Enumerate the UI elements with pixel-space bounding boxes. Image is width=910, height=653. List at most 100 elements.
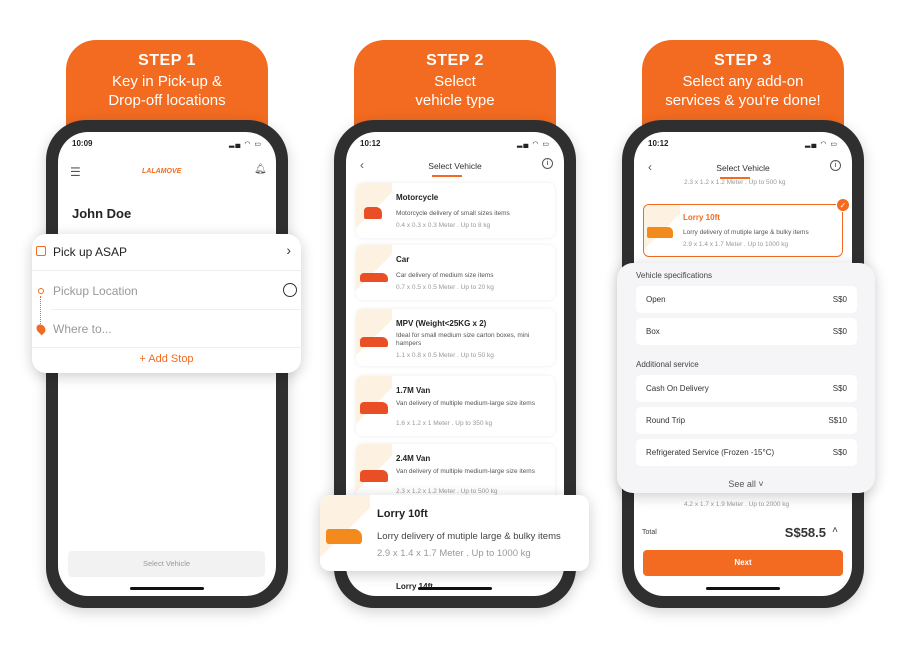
vehicle-dims: 1.1 x 0.8 x 0.5 Meter . Up to 50 kg [396, 352, 494, 359]
home-indicator [130, 587, 204, 590]
vehicle-desc: Lorry delivery of mutiple large & bulky … [683, 229, 809, 236]
pickup-time[interactable]: Pick up ASAP [53, 245, 127, 259]
row-price: S$10 [828, 416, 847, 425]
row-price: S$0 [832, 448, 847, 457]
home-indicator [706, 587, 780, 590]
step-title: STEP 1 [138, 52, 196, 69]
pickup-location-input[interactable]: Pickup Location [53, 284, 138, 298]
step-subtitle: services & you're done! [665, 92, 821, 109]
vehicle-dims: 2.3 x 1.2 x 1.2 Meter . Up to 500 kg [684, 179, 786, 186]
status-time: 10:09 [72, 139, 93, 148]
status-icons: ▂▄ ◠ ▭ [805, 141, 838, 148]
vehicle-card-mpv[interactable]: MPV (Weight<25KG x 2) Ideal for small me… [356, 309, 555, 366]
bell-icon[interactable]: 🔔︎ [254, 164, 267, 175]
route-line [40, 296, 41, 324]
vehicle-name: Motorcycle [396, 193, 439, 202]
locate-icon[interactable] [283, 283, 297, 297]
progress-underline [432, 175, 462, 177]
vehicle-desc: Van delivery of multiple medium-large si… [396, 468, 535, 475]
page-title: Select Vehicle [428, 161, 482, 171]
service-row-cash-on-delivery[interactable]: Cash On Delivery S$0 [636, 375, 857, 402]
clock-icon [36, 246, 46, 256]
dropoff-pin-icon [34, 322, 48, 336]
row-price: S$0 [832, 384, 847, 393]
step-2-banner: STEP 2 Select vehicle type [354, 40, 556, 130]
add-on-services-panel: Vehicle specifications Open S$0 Box S$0 Ad… [617, 263, 875, 493]
check-icon: ✓ [836, 198, 850, 212]
vehicle-card-car[interactable]: Car Car delivery of medium size items 0.… [356, 245, 555, 300]
location-card: Pick up ASAP › Pickup Location Where to.… [32, 234, 301, 373]
vehicle-dims: 1.6 x 1.2 x 1 Meter . Up to 350 kg [396, 420, 493, 427]
pickup-dot-icon [38, 288, 44, 294]
section-heading: Additional service [636, 360, 699, 369]
row-label: Open [646, 295, 666, 304]
select-vehicle-button[interactable]: Select Vehicle [68, 551, 265, 577]
vehicle-dims: 0.7 x 0.5 x 0.5 Meter . Up to 20 kg [396, 284, 494, 291]
total-value: S$58.5 [784, 525, 826, 540]
see-all-button[interactable]: See all ˅ [617, 479, 875, 489]
info-icon[interactable]: i [542, 158, 553, 169]
vehicle-dims: 2.3 x 1.2 x 1.2 Meter . Up to 500 kg [396, 488, 498, 495]
step-title: STEP 3 [714, 52, 772, 69]
lorry-icon [326, 529, 362, 544]
chevron-down-icon: ˅ [758, 479, 764, 489]
user-name: John Doe [72, 206, 132, 221]
step-1-banner: STEP 1 Key in Pick-up & Drop-off locatio… [66, 40, 268, 130]
van-icon [360, 470, 388, 482]
row-price: S$0 [832, 327, 847, 336]
vehicle-card-motorcycle[interactable]: Motorcycle Motorcycle delivery of small … [356, 183, 555, 238]
motorcycle-icon [364, 207, 382, 219]
vehicle-name: 1.7M Van [396, 386, 431, 395]
service-row-refrigerated[interactable]: Refrigerated Service (Frozen -15°C) S$0 [636, 439, 857, 466]
row-label: Cash On Delivery [646, 384, 709, 393]
vehicle-name: MPV (Weight<25KG x 2) [396, 319, 487, 328]
lorry-icon [647, 227, 673, 238]
next-button[interactable]: Next [643, 550, 843, 576]
menu-icon[interactable]: ☰ [70, 165, 81, 179]
vehicle-desc: Ideal for small medium size carton boxes… [396, 332, 530, 347]
lalamove-logo: LALAMOVE [142, 168, 182, 175]
chevron-right-icon[interactable]: › [286, 242, 291, 258]
step-subtitle: Select [434, 73, 476, 90]
vehicle-name: Lorry 10ft [683, 213, 720, 222]
spec-row-box[interactable]: Box S$0 [636, 318, 857, 345]
step-subtitle: Drop-off locations [108, 92, 226, 109]
status-time: 10:12 [648, 139, 669, 148]
vehicle-dims: 2.9 x 1.4 x 1.7 Meter . Up to 1000 kg [377, 548, 531, 559]
home-indicator [418, 587, 492, 590]
mpv-icon [360, 337, 388, 347]
selected-vehicle-card[interactable]: Lorry 10ft Lorry delivery of mutiple lar… [643, 204, 843, 257]
vehicle-dims: 4.2 x 1.7 x 1.9 Meter . Up to 2000 kg [684, 501, 790, 508]
dropoff-location-input[interactable]: Where to... [53, 322, 112, 336]
row-price: S$0 [832, 295, 847, 304]
step-subtitle: Select any add-on [682, 73, 804, 90]
add-stop-button[interactable]: + Add Stop [32, 353, 301, 365]
row-label: Refrigerated Service (Frozen -15°C) [646, 448, 775, 457]
vehicle-name: Car [396, 255, 410, 264]
service-row-round-trip[interactable]: Round Trip S$10 [636, 407, 857, 434]
row-label: Box [646, 327, 660, 336]
page-title: Select Vehicle [716, 163, 770, 173]
step-subtitle: Key in Pick-up & [111, 73, 223, 90]
vehicle-name: Lorry 10ft [377, 508, 428, 520]
step-3-banner: STEP 3 Select any add-on services & you'… [642, 40, 844, 130]
info-icon[interactable]: i [830, 160, 841, 171]
status-icons: ▂▄ ◠ ▭ [229, 141, 262, 148]
highlight-vehicle-card[interactable]: Lorry 10ft Lorry delivery of mutiple lar… [320, 495, 589, 571]
vehicle-dims: 2.9 x 1.4 x 1.7 Meter . Up to 1000 kg [683, 241, 789, 248]
chevron-up-icon[interactable]: ˄ [832, 525, 838, 536]
spec-row-open[interactable]: Open S$0 [636, 286, 857, 313]
car-icon [360, 273, 388, 282]
divider [51, 309, 301, 310]
vehicle-card-1-7m-van[interactable]: 1.7M Van Van delivery of multiple medium… [356, 376, 555, 436]
row-label: Round Trip [646, 416, 686, 425]
vehicle-name: 2.4M Van [396, 454, 431, 463]
section-heading: Vehicle specifications [636, 271, 713, 280]
vehicle-dims: 0.4 x 0.3 x 0.3 Meter . Up to 8 kg [396, 222, 491, 229]
divider [32, 270, 301, 271]
vehicle-desc: Van delivery of multiple medium-large si… [396, 400, 535, 407]
step-title: STEP 2 [426, 52, 484, 69]
vehicle-desc: Car delivery of medium size items [396, 272, 494, 279]
total-label: Total [642, 529, 657, 536]
step-subtitle: vehicle type [415, 92, 495, 109]
